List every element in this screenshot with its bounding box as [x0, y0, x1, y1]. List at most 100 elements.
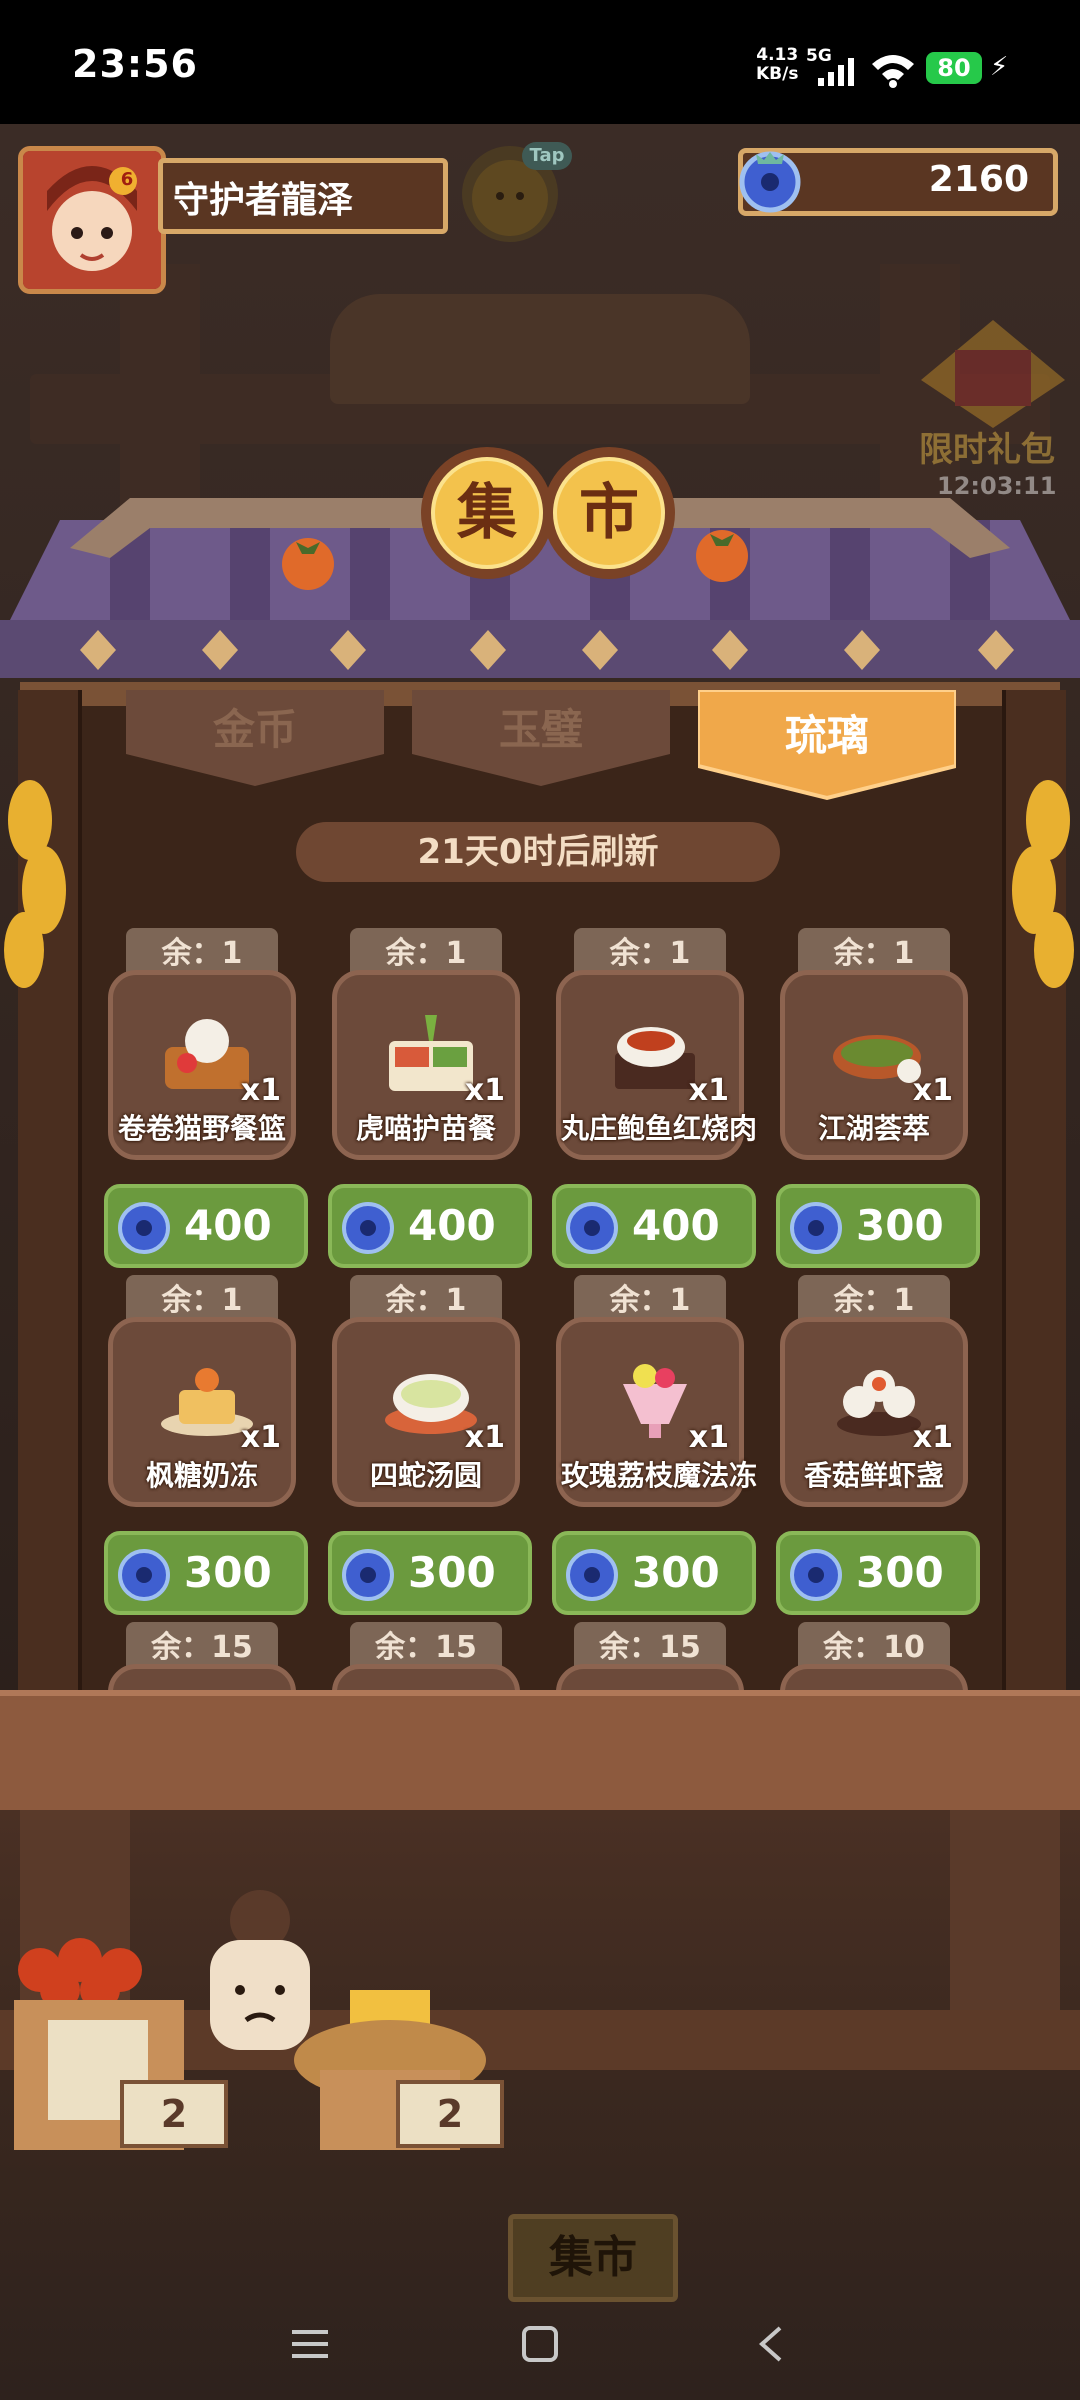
item-name: 卷卷猫野餐篮 — [117, 1112, 286, 1145]
corn-decoration-left — [4, 780, 66, 988]
item-card[interactable]: x1 虎喵护苗餐 — [332, 970, 520, 1160]
item-card[interactable]: x1 四蛇汤圆 — [332, 1317, 520, 1507]
glaze-gem-icon — [566, 1549, 618, 1601]
title-char: 集 — [457, 478, 517, 548]
persimmon-icon — [282, 538, 334, 590]
shop-counter — [0, 1690, 1080, 1824]
corn-decoration-right — [1012, 780, 1074, 988]
back-icon[interactable] — [752, 2324, 792, 2364]
item-qty: x1 — [688, 1073, 729, 1108]
shop-item[interactable]: 余：15 — [328, 1622, 524, 1690]
item-price: 300 — [856, 1548, 944, 1597]
item-name: 枫糖奶冻 — [145, 1459, 258, 1492]
item-qty: x1 — [912, 1420, 953, 1455]
level-badge: 6 — [120, 169, 134, 190]
item-price: 300 — [408, 1548, 496, 1597]
buy-button[interactable]: 300 — [776, 1184, 980, 1268]
tab-label: 金币 — [212, 705, 297, 754]
item-name: 香菇鲜虾盏 — [803, 1459, 944, 1492]
item-price: 400 — [408, 1201, 496, 1250]
gift-box-icon — [921, 320, 1065, 428]
item-price: 300 — [184, 1548, 272, 1597]
system-nav-bar — [0, 2292, 1080, 2400]
title-char: 市 — [579, 478, 639, 548]
tab-gold[interactable]: 金币 — [126, 690, 384, 790]
player-avatar[interactable]: 6 — [18, 146, 166, 294]
buy-button[interactable]: 400 — [552, 1184, 756, 1268]
shop-item[interactable]: 余：15 — [104, 1622, 300, 1690]
shop-item[interactable]: 余：15 — [552, 1622, 748, 1690]
tap-button[interactable]: Tap — [462, 142, 572, 242]
item-name: 江湖荟萃 — [817, 1112, 930, 1145]
avatar-portrait — [23, 151, 161, 289]
currency-amount: 2160 — [928, 159, 1029, 200]
glaze-gem-icon — [118, 1549, 170, 1601]
net-speed: 4.13 KB/s — [756, 46, 798, 84]
tab-label: 玉璧 — [498, 705, 583, 754]
glaze-gem-icon — [790, 1549, 842, 1601]
market-sign[interactable]: 集市 — [508, 2214, 678, 2302]
counter-leg-right — [950, 1810, 1060, 2010]
glaze-gem-icon — [790, 1202, 842, 1254]
item-qty: x1 — [240, 1420, 281, 1455]
item-price: 300 — [856, 1201, 944, 1250]
tap-label: Tap — [522, 142, 572, 170]
item-card[interactable]: x1 卷卷猫野餐篮 — [108, 970, 296, 1160]
item-card[interactable]: x1 枫糖奶冻 — [108, 1317, 296, 1507]
item-card[interactable]: x1 玫瑰荔枝魔法冻 — [556, 1317, 758, 1507]
title-badge: 集 — [418, 444, 556, 582]
item-name: 虎喵护苗餐 — [355, 1112, 496, 1145]
buy-button[interactable]: 400 — [104, 1184, 308, 1268]
item-qty: x1 — [464, 1073, 505, 1108]
item-name: 四蛇汤圆 — [369, 1459, 482, 1492]
glaze-gem-icon — [566, 1202, 618, 1254]
net-speed-unit: KB/s — [756, 64, 799, 84]
item-price: 400 — [632, 1201, 720, 1250]
glaze-gem-icon — [342, 1549, 394, 1601]
glaze-gem-icon — [739, 151, 801, 213]
refresh-timer: 21天0时后刷新 — [296, 822, 780, 882]
status-time: 23:56 — [72, 42, 198, 86]
crate-label: 2 — [120, 2080, 228, 2148]
gift-label: 限时礼包 — [919, 430, 1055, 470]
item-card[interactable] — [780, 1664, 968, 1690]
glaze-gem-icon — [342, 1202, 394, 1254]
item-card[interactable] — [108, 1664, 296, 1690]
item-qty: x1 — [240, 1073, 281, 1108]
status-bar: 23:56 4.13 KB/s 5G 80 ⚡ — [0, 0, 1080, 124]
item-price: 400 — [184, 1201, 272, 1250]
limited-gift[interactable]: 限时礼包 12:03:11 — [905, 310, 1080, 510]
item-card[interactable]: x1 香菇鲜虾盏 — [780, 1317, 968, 1507]
item-card[interactable] — [556, 1664, 744, 1690]
item-qty: x1 — [912, 1073, 953, 1108]
home-icon[interactable] — [520, 2324, 560, 2364]
item-card[interactable] — [332, 1664, 520, 1690]
battery-indicator: 80 — [926, 52, 982, 84]
buy-button[interactable]: 400 — [328, 1184, 532, 1268]
player-name: 守护者龍泽 — [158, 158, 448, 234]
buy-button[interactable]: 300 — [104, 1531, 308, 1615]
item-name: 丸庄鲍鱼红烧肉 — [561, 1112, 758, 1145]
persimmon-icon — [696, 530, 748, 582]
tab-label: 琉璃 — [784, 711, 869, 760]
shop-item[interactable]: 余：10 — [776, 1622, 972, 1690]
buy-button[interactable]: 300 — [552, 1531, 756, 1615]
item-qty: x1 — [464, 1420, 505, 1455]
gate-arch — [330, 294, 750, 404]
net-speed-value: 4.13 — [756, 45, 799, 65]
item-price: 300 — [632, 1548, 720, 1597]
buy-button[interactable]: 300 — [776, 1531, 980, 1615]
signal-icon — [818, 58, 854, 86]
item-card[interactable]: x1 丸庄鲍鱼红烧肉 — [556, 970, 758, 1160]
item-name: 玫瑰荔枝魔法冻 — [561, 1459, 758, 1492]
wifi-icon — [872, 55, 914, 88]
glaze-gem-icon — [118, 1202, 170, 1254]
charging-icon: ⚡ — [990, 52, 1009, 82]
tab-jade[interactable]: 玉璧 — [412, 690, 670, 790]
tab-glaze[interactable]: 琉璃 — [698, 690, 956, 801]
buy-button[interactable]: 300 — [328, 1531, 532, 1615]
title-badge: 市 — [540, 444, 678, 582]
item-card[interactable]: x1 江湖荟萃 — [780, 970, 968, 1160]
menu-icon[interactable] — [290, 2324, 330, 2364]
crate-label: 2 — [396, 2080, 504, 2148]
